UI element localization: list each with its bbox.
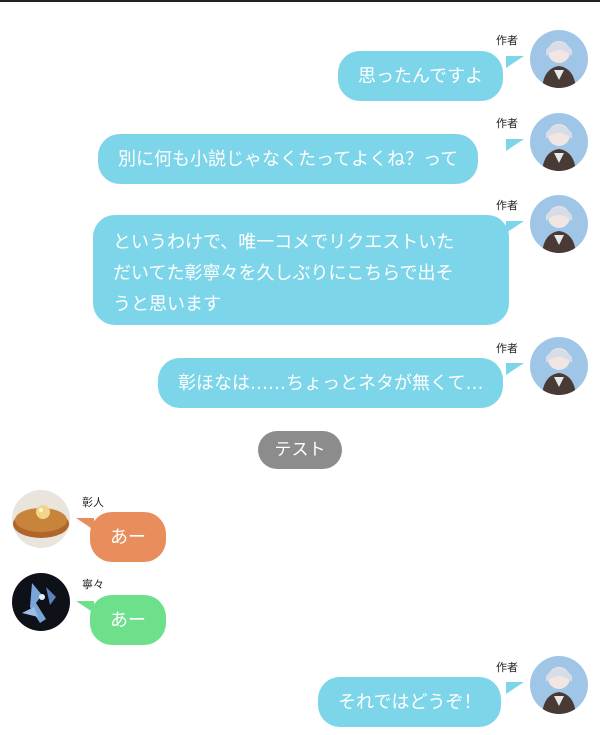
bubble-tail	[506, 682, 524, 694]
speaker-name: 作者	[496, 661, 518, 674]
speaker-name: 作者	[496, 117, 518, 130]
message-bubble: 思ったんですよ	[338, 51, 504, 101]
speaker-name: 作者	[496, 34, 518, 47]
message-line: うと思います	[113, 294, 221, 315]
author-avatar[interactable]	[530, 195, 588, 253]
bubble-tail	[506, 56, 524, 68]
message-bubble: というわけで、唯一コメでリクエストいた だいてた彰寧々を久しぶりにこちらで出そ …	[93, 215, 509, 325]
message-bubble: 別に何も小説じゃなくたってよくね？って	[98, 134, 479, 184]
author-avatar[interactable]	[530, 337, 588, 395]
speaker-name: 寧々	[82, 578, 104, 591]
message-line: というわけで、唯一コメでリクエストいた	[113, 232, 455, 253]
system-message-pill: テスト	[258, 431, 342, 469]
message-bubble: あー	[90, 595, 166, 645]
bubble-tail	[506, 363, 524, 375]
message-bubble: あー	[90, 512, 166, 562]
nene-avatar[interactable]	[12, 573, 70, 631]
author-avatar[interactable]	[530, 113, 588, 171]
speaker-name: 作者	[496, 342, 518, 355]
message-bubble: 彰ほなは……ちょっとネタが無くて…	[158, 358, 504, 408]
author-avatar[interactable]	[530, 30, 588, 88]
akito-avatar[interactable]	[12, 490, 70, 548]
author-avatar[interactable]	[530, 656, 588, 714]
bubble-tail	[506, 139, 524, 151]
speaker-name: 彰人	[82, 496, 104, 509]
message-line: だいてた彰寧々を久しぶりにこちらで出そ	[113, 263, 454, 284]
top-divider	[0, 0, 600, 2]
message-bubble: それではどうぞ！	[318, 677, 502, 727]
bubble-tail	[506, 221, 524, 233]
speaker-name: 作者	[496, 199, 518, 212]
